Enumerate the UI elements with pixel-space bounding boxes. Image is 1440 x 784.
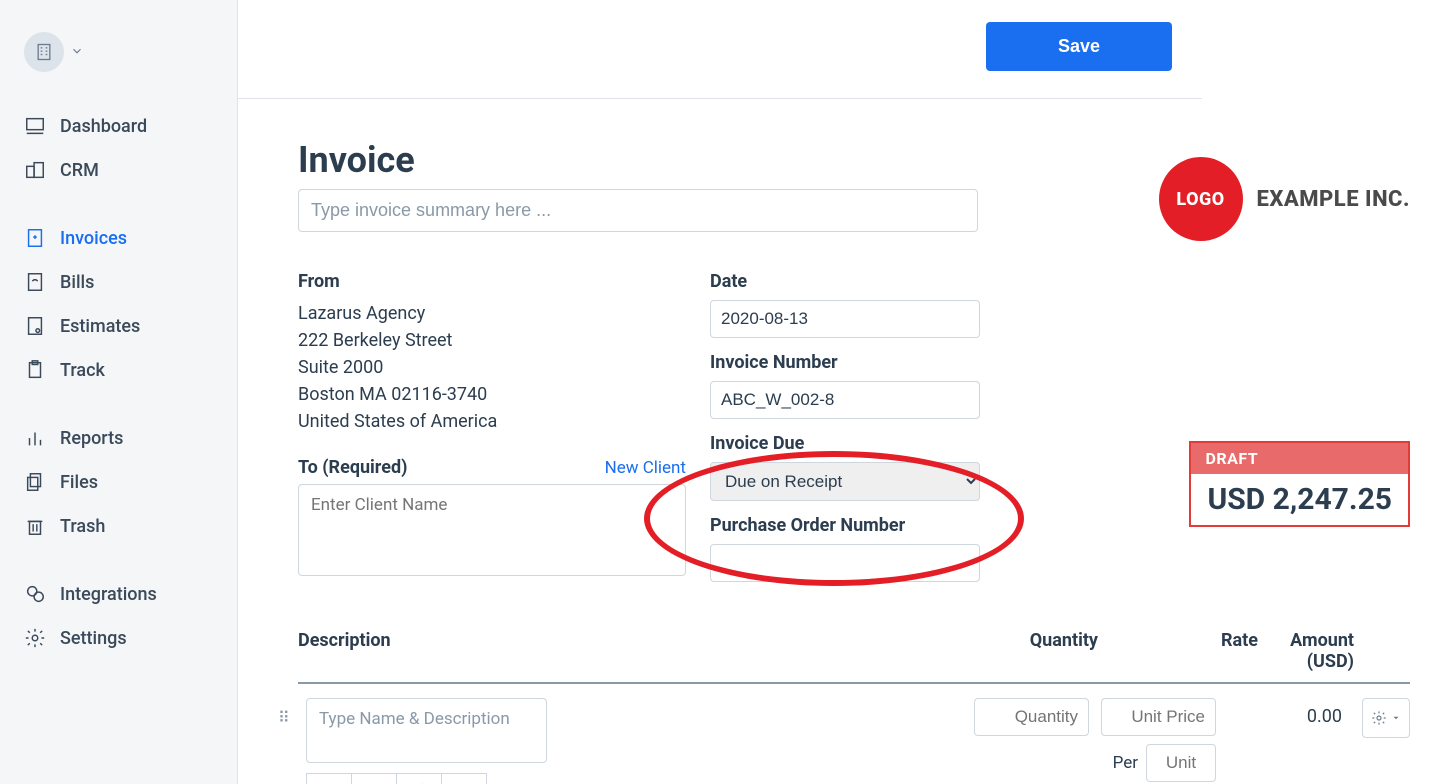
invoice-icon [24, 227, 46, 249]
nav-label: Track [60, 360, 105, 381]
col-description: Description [298, 630, 968, 672]
nav-settings[interactable]: Settings [0, 616, 237, 660]
clipboard-icon [24, 359, 46, 381]
org-switcher[interactable] [0, 32, 237, 92]
nav-label: Bills [60, 272, 94, 293]
date-label: Date [710, 271, 1000, 292]
invoice-number-label: Invoice Number [710, 352, 1000, 373]
chevron-down-icon [70, 43, 84, 62]
line-link-button[interactable] [396, 773, 442, 784]
new-client-link[interactable]: New Client [605, 458, 686, 478]
client-name-input[interactable] [298, 484, 686, 576]
main-content: DASHBOARD New Invoice Save Invoice LOGO … [238, 0, 1440, 784]
nav-label: Invoices [60, 228, 127, 249]
sidebar: Dashboard CRM Invoices Bills Estimates [0, 0, 238, 784]
nav-files[interactable]: Files [0, 460, 237, 504]
line-amount-value: 0.00 [1228, 698, 1350, 727]
nav-label: Files [60, 472, 98, 493]
invoice-due-select[interactable]: Due on Receipt [710, 462, 980, 501]
line-attachment-button[interactable] [351, 773, 397, 784]
draft-total-box: DRAFT USD 2,247.25 [1189, 441, 1410, 527]
company-logo[interactable]: LOGO EXAMPLE INC. [1159, 157, 1410, 241]
po-number-label: Purchase Order Number [710, 515, 1000, 536]
integrations-icon [24, 583, 46, 605]
nav-estimates[interactable]: Estimates [0, 304, 237, 348]
buildings-icon [24, 159, 46, 181]
to-label: To (Required) [298, 457, 407, 478]
per-label: Per [1113, 753, 1138, 773]
nav-label: Dashboard [60, 116, 147, 137]
line-item-row: ⠿ Per [298, 684, 1410, 784]
logo-company-name: EXAMPLE INC. [1257, 187, 1410, 212]
from-name: Lazarus Agency [298, 300, 686, 327]
invoice-summary-input[interactable] [298, 189, 978, 232]
line-description-input[interactable] [306, 698, 547, 763]
nav-label: Trash [60, 516, 105, 537]
from-line3: Boston MA 02116-3740 [298, 381, 686, 408]
caret-down-icon [1391, 713, 1401, 723]
nav-label: Estimates [60, 316, 140, 337]
nav-integrations[interactable]: Integrations [0, 572, 237, 616]
barchart-icon [24, 427, 46, 449]
nav-label: Integrations [60, 584, 157, 605]
invoice-due-label: Invoice Due [710, 433, 1000, 454]
nav-bills[interactable]: Bills [0, 260, 237, 304]
files-icon [24, 471, 46, 493]
nav-track[interactable]: Track [0, 348, 237, 392]
invoice-number-input[interactable] [710, 381, 980, 419]
nav-reports[interactable]: Reports [0, 416, 237, 460]
col-quantity: Quantity [968, 630, 1098, 672]
nav-label: Reports [60, 428, 123, 449]
monitor-icon [24, 115, 46, 137]
line-unit-input[interactable] [1146, 744, 1216, 782]
line-rate-input[interactable] [1101, 698, 1216, 736]
logo-badge-icon: LOGO [1159, 157, 1243, 241]
page-header: DASHBOARD New Invoice Save [238, 0, 1202, 99]
po-number-input[interactable] [710, 544, 980, 582]
line-items-header: Description Quantity Rate Amount (USD) [298, 622, 1410, 684]
line-quantity-input[interactable] [974, 698, 1089, 736]
nav-crm[interactable]: CRM [0, 148, 237, 192]
trash-icon [24, 515, 46, 537]
building-icon [24, 32, 64, 72]
col-rate: Rate [1098, 630, 1258, 672]
nav-trash[interactable]: Trash [0, 504, 237, 548]
drag-handle-icon[interactable]: ⠿ [278, 708, 294, 727]
line-date-button[interactable] [306, 773, 352, 784]
line-actions-button[interactable] [1362, 698, 1410, 738]
estimate-icon [24, 315, 46, 337]
from-line1: 222 Berkeley Street [298, 327, 686, 354]
nav-label: Settings [60, 628, 127, 649]
from-line2: Suite 2000 [298, 354, 686, 381]
bill-icon [24, 271, 46, 293]
date-input[interactable] [710, 300, 980, 338]
col-amount: Amount (USD) [1258, 630, 1410, 672]
nav-dashboard[interactable]: Dashboard [0, 104, 237, 148]
from-label: From [298, 271, 686, 292]
invoice-heading: Invoice [298, 139, 978, 181]
nav-label: CRM [60, 160, 99, 181]
invoice-total: USD 2,247.25 [1191, 474, 1408, 525]
save-button[interactable]: Save [986, 22, 1172, 71]
gear-icon [1371, 710, 1387, 726]
nav-invoices[interactable]: Invoices [0, 216, 237, 260]
from-line4: United States of America [298, 408, 686, 435]
gear-icon [24, 627, 46, 649]
line-tag-button[interactable] [441, 773, 487, 784]
draft-badge: DRAFT [1191, 443, 1408, 474]
